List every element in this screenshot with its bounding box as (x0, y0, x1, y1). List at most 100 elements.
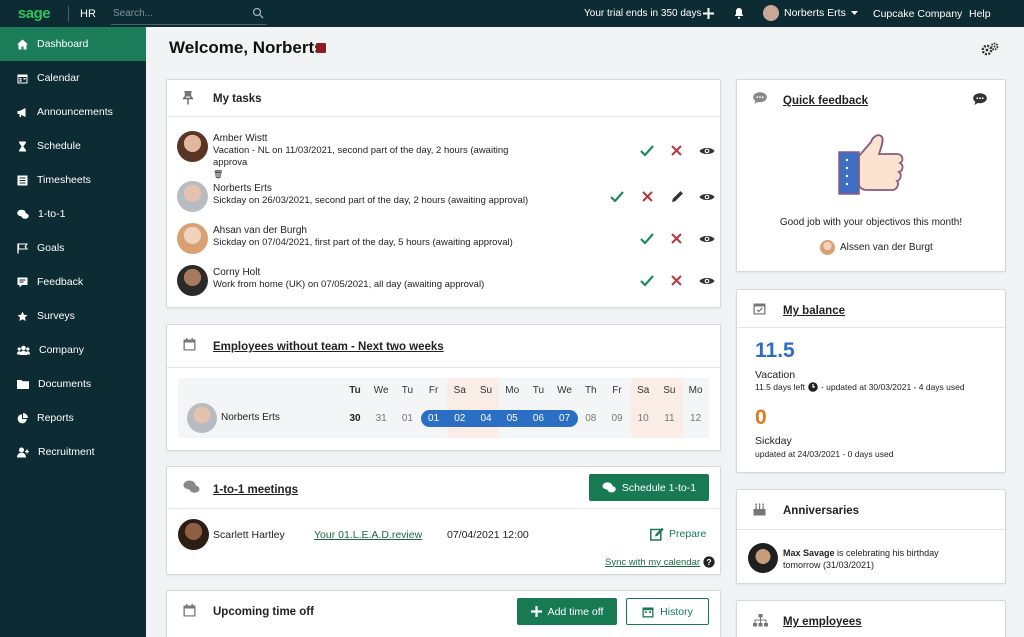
caret-down-icon (850, 10, 858, 15)
flag-icon (17, 242, 28, 253)
day-header: Su (663, 385, 676, 396)
page-title: Welcome, Norberts (169, 38, 324, 57)
help-circle-icon[interactable]: ? (703, 556, 715, 568)
day-date[interactable]: 01 (394, 410, 420, 427)
reject-x-icon[interactable] (642, 191, 653, 202)
task-row: Corny Holt Work from home (UK) on 07/05/… (177, 265, 717, 301)
sidebar-item-label: Calendar (37, 72, 80, 84)
module-label: HR (80, 7, 96, 20)
prepare-button[interactable]: Prepare (650, 527, 706, 541)
sidebar-item-announcements[interactable]: Announcements (0, 95, 146, 129)
approve-check-icon[interactable] (610, 191, 624, 202)
view-eye-icon[interactable] (699, 234, 715, 244)
sidebar-item-goals[interactable]: Goals (0, 231, 146, 265)
search-input[interactable] (111, 2, 267, 24)
day-date[interactable]: 30 (342, 410, 368, 427)
button-label: Add time off (547, 605, 604, 618)
approve-check-icon[interactable] (640, 233, 654, 244)
vacation-value: 11.5 (755, 339, 795, 362)
reject-x-icon[interactable] (671, 233, 682, 244)
calendar-icon (642, 607, 654, 617)
avatar (763, 5, 779, 21)
sidebar-item-feedback[interactable]: Feedback (0, 265, 146, 299)
hourglass-icon (19, 141, 26, 151)
day-date[interactable]: 08 (578, 410, 604, 427)
day-header: We (373, 385, 389, 396)
search-box[interactable] (111, 2, 267, 25)
card-title-link[interactable]: 1-to-1 meetings (213, 484, 298, 496)
sidebar-item-surveys[interactable]: Surveys (0, 299, 146, 333)
card-title-link[interactable]: Employees without team - Next two weeks (213, 341, 444, 353)
sync-calendar[interactable]: Sync with my calendar ? (605, 556, 715, 568)
anniversary-text: Max Savage is celebrating his birthday to… (783, 548, 939, 570)
sidebar-item-1-to-1[interactable]: 1-to-1 (0, 197, 146, 231)
day-date[interactable]: 02 (447, 410, 473, 427)
sidebar-item-dashboard[interactable]: Dashboard (0, 27, 146, 61)
card-title-link[interactable]: My balance (783, 305, 845, 317)
search-icon[interactable] (252, 7, 264, 19)
user-menu[interactable]: Norberts Erts (763, 5, 858, 21)
day-date[interactable]: 12 (683, 410, 709, 427)
bell-icon[interactable] (734, 8, 744, 19)
task-row: Norberts Erts Sickday on 26/03/2021, sec… (177, 181, 717, 217)
approve-check-icon[interactable] (640, 145, 654, 156)
trash-icon[interactable]: 🗑 (213, 170, 223, 179)
settings-gear-icon[interactable] (981, 42, 999, 57)
sidebar-item-label: Timesheets (37, 174, 91, 186)
sidebar-item-label: Recruitment (38, 446, 95, 458)
svg-text:?: ? (706, 557, 711, 567)
info-clock-icon[interactable] (808, 382, 818, 392)
day-date[interactable]: 10 (630, 410, 656, 427)
quick-feedback-card: Quick feedback Good job with your object… (736, 79, 1006, 272)
vacation-label: Vacation (755, 369, 796, 381)
day-date[interactable]: 31 (368, 410, 394, 427)
reject-x-icon[interactable] (671, 145, 682, 156)
view-eye-icon[interactable] (699, 146, 715, 156)
day-date[interactable]: 07 (552, 410, 578, 427)
sidebar-item-recruitment[interactable]: Recruitment (0, 435, 146, 469)
schedule-1-to-1-button[interactable]: Schedule 1-to-1 (589, 474, 709, 501)
help-link[interactable]: Help (969, 8, 991, 20)
approve-check-icon[interactable] (640, 275, 654, 286)
anniversaries-card: Anniversaries Max Savage is celebrating … (736, 489, 1006, 584)
megaphone-icon (17, 107, 26, 117)
history-button[interactable]: History (626, 598, 709, 625)
sidebar: Dashboard Calendar Announcements Schedul… (0, 27, 146, 637)
company-switcher[interactable]: Cupcake Company (873, 8, 962, 20)
review-link[interactable]: Your 01.L.E.A.D.review (314, 529, 422, 541)
day-header: Mo (505, 385, 520, 396)
sage-logo[interactable]: sage (0, 5, 68, 22)
card-title-link[interactable]: My employees (783, 616, 862, 628)
day-date[interactable]: 06 (525, 410, 551, 427)
sync-calendar-link[interactable]: Sync with my calendar (605, 557, 700, 568)
comment-icon[interactable] (973, 93, 987, 105)
day-date[interactable]: 05 (499, 410, 525, 427)
birthday-cake-icon (753, 503, 766, 516)
calendar-check-icon (753, 303, 766, 315)
sidebar-item-reports[interactable]: Reports (0, 401, 146, 435)
sidebar-item-documents[interactable]: Documents (0, 367, 146, 401)
card-title-link[interactable]: Quick feedback (783, 95, 868, 107)
sidebar-item-schedule[interactable]: Schedule (0, 129, 146, 163)
card-header: Anniversaries (737, 490, 1005, 530)
card-title: My tasks (213, 93, 262, 105)
task-row: Ahsan van der Burgh Sickday on 07/04/202… (177, 223, 717, 259)
edit-icon (650, 527, 664, 541)
sidebar-item-company[interactable]: Company (0, 333, 146, 367)
day-date[interactable]: 01 (421, 410, 447, 427)
my-employees-card: My employees (736, 600, 1006, 637)
sidebar-item-label: Company (39, 344, 84, 356)
day-date[interactable]: 09 (604, 410, 630, 427)
edit-pencil-icon[interactable] (671, 190, 684, 203)
view-eye-icon[interactable] (699, 192, 715, 202)
view-eye-icon[interactable] (699, 276, 715, 286)
sidebar-item-label: Reports (37, 412, 74, 424)
sidebar-item-calendar[interactable]: Calendar (0, 61, 146, 95)
add-time-off-button[interactable]: Add time off (517, 598, 617, 625)
sidebar-item-timesheets[interactable]: Timesheets (0, 163, 146, 197)
day-date[interactable]: 11 (656, 410, 682, 427)
reject-x-icon[interactable] (671, 275, 682, 286)
day-date[interactable]: 04 (473, 410, 499, 427)
plus-icon[interactable] (703, 8, 714, 19)
star-icon (17, 311, 28, 321)
